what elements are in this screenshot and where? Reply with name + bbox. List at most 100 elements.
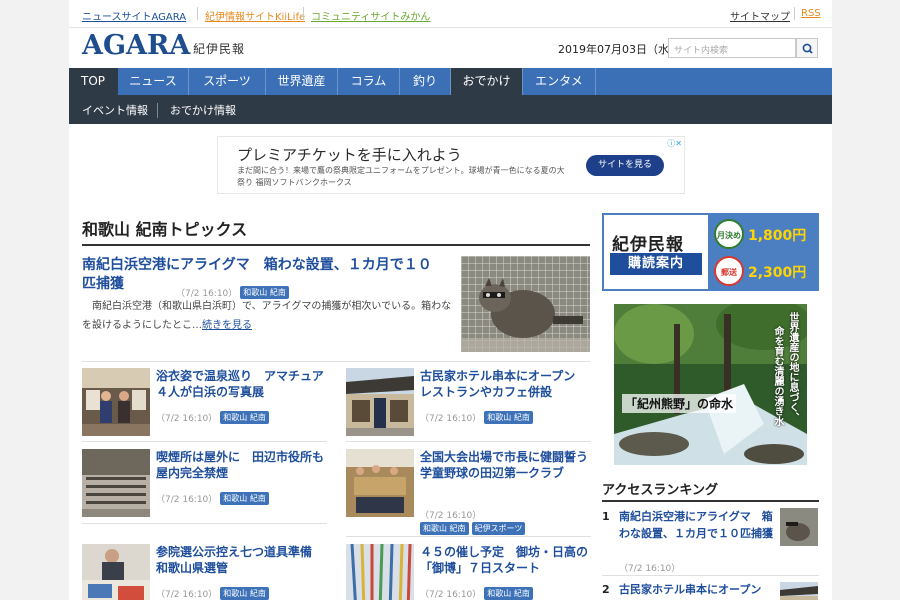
article-card[interactable]: 全国大会出場で市長に健闘誓う 学童野球の田辺第一クラブ （7/2 16:10） …: [346, 449, 600, 536]
nav-fishing[interactable]: 釣り: [400, 68, 451, 95]
article-meta: （7/2 16:10） 和歌山 紀南: [156, 406, 269, 425]
ranking-item-date: （7/2 16:10）: [619, 564, 681, 574]
nav-odekake[interactable]: おでかけ: [451, 68, 523, 95]
search-icon: [802, 43, 813, 54]
section-title: 和歌山 紀南トピックス: [82, 220, 248, 239]
article-date: （7/2 16:10）: [156, 495, 218, 505]
article-title[interactable]: 古民家ホテル串本にオープン レストランやカフェ併設: [420, 368, 592, 400]
mail-price: 2,300円: [748, 265, 807, 281]
photo-exhibition-photo: [82, 368, 150, 436]
rss-link[interactable]: RSS: [801, 8, 821, 19]
sub-nav: イベント情報 おでかけ情報: [69, 95, 832, 124]
search-button[interactable]: [796, 38, 818, 58]
newspaper-name: 紀伊民報: [612, 235, 684, 255]
raccoon-in-trap-photo[interactable]: [461, 256, 590, 352]
mail-badge: 郵送: [714, 256, 744, 286]
article-date: （7/2 16:10）: [420, 414, 482, 424]
subscription-banner[interactable]: 紀伊民報 購読案内 月決め 1,800円 郵送 2,300円: [602, 213, 819, 291]
lead-article-excerpt: 南紀白浜空港（和歌山県白浜町）で、アライグマの捕獲が相次いでいる。箱わなを設ける…: [82, 297, 454, 335]
subscription-guide-button[interactable]: 購読案内: [610, 253, 702, 275]
subnav-odekake-info[interactable]: おでかけ情報: [170, 102, 236, 118]
divider: [197, 7, 198, 20]
kiilife-link[interactable]: 紀伊情報サイトKiiLife: [205, 8, 305, 23]
kumano-water-ad[interactable]: 世界遺産の地に息づく、 命を育む清麗の湧き水 「紀州熊野」の命水: [614, 304, 807, 465]
rank-number: 2: [602, 583, 610, 596]
ad-cta-button[interactable]: サイトを見る: [586, 155, 664, 176]
article-title[interactable]: 浴衣姿で温泉巡り アマチュア４人が白浜の写真展: [156, 368, 328, 400]
subscription-panel: 紀伊民報 購読案内: [604, 215, 708, 289]
article-title[interactable]: 参院選公示控え七つ道具準備 和歌山県選管: [156, 544, 328, 576]
divider: [346, 536, 591, 537]
sitemap-link[interactable]: サイトマップ: [730, 8, 790, 23]
site-logo-sub: 紀伊民報: [193, 42, 246, 56]
category-tag[interactable]: 和歌山 紀南: [220, 587, 269, 600]
banner-tagline-1: 世界遺産の地に息づく、: [787, 312, 798, 422]
divider: [82, 244, 590, 246]
divider: [794, 7, 795, 20]
nav-entame[interactable]: エンタメ: [523, 68, 596, 95]
agara-link[interactable]: ニュースサイトAGARA: [82, 8, 186, 23]
article-date: （7/2 16:10）: [420, 590, 482, 600]
current-date: 2019年07月03日（水）: [558, 43, 680, 56]
category-tag[interactable]: 和歌山 紀南: [220, 411, 269, 424]
category-tag[interactable]: 和歌山 紀南: [484, 411, 533, 424]
rank-number: 1: [602, 510, 610, 523]
nav-news[interactable]: ニュース: [118, 68, 189, 95]
divider: [82, 441, 327, 442]
ad-choices-icon[interactable]: ⓘ✕: [667, 138, 682, 149]
nav-top[interactable]: TOP: [69, 68, 118, 95]
divider: [602, 500, 819, 502]
monthly-badge: 月決め: [714, 219, 744, 249]
article-card[interactable]: 古民家ホテル串本にオープン レストランやカフェ併設 （7/2 16:10） 和歌山…: [346, 368, 591, 438]
kominka-hotel-photo: [346, 368, 414, 436]
ranking-item-title[interactable]: 古民家ホテル串本にオープン: [619, 581, 774, 598]
article-title[interactable]: 全国大会出場で市長に健闘誓う 学童野球の田辺第一クラブ: [420, 449, 600, 481]
page: ニュースサイトAGARA 紀伊情報サイトKiiLife コミュニティサイトみかん…: [69, 0, 832, 600]
gobo-festival-photo: [346, 544, 414, 600]
nav-column[interactable]: コラム: [338, 68, 400, 95]
divider: [157, 103, 158, 118]
monthly-price: 1,800円: [748, 228, 807, 244]
baseball-team-photo: [346, 449, 414, 517]
article-card[interactable]: 喫煙所は屋外に 田辺市役所も屋内完全禁煙 （7/2 16:10） 和歌山 紀南: [82, 449, 327, 519]
category-tag[interactable]: 紀伊スポーツ: [471, 522, 526, 535]
article-title[interactable]: ４５の催し予定 御坊・日高の「御博」７日スタート: [420, 544, 592, 576]
article-meta: （7/2 16:10） 和歌山 紀南: [156, 582, 269, 600]
banner-product-name: 「紀州熊野」の命水: [622, 394, 737, 413]
subnav-event-info[interactable]: イベント情報: [82, 102, 148, 118]
divider: [69, 27, 832, 28]
article-card[interactable]: ４５の催し予定 御坊・日高の「御博」７日スタート （7/2 16:10） 和歌山 …: [346, 544, 591, 600]
nav-world-heritage[interactable]: 世界遺産: [266, 68, 338, 95]
article-card[interactable]: 参院選公示控え七つ道具準備 和歌山県選管 （7/2 16:10） 和歌山 紀南: [82, 544, 327, 600]
article-title[interactable]: 喫煙所は屋外に 田辺市役所も屋内完全禁煙: [156, 449, 328, 481]
ad-title: プレミアチケットを手に入れよう: [237, 146, 462, 164]
article-meta: （7/2 16:10） 和歌山 紀南: [156, 487, 269, 506]
ranking-item-title[interactable]: 南紀白浜空港にアライグマ 箱わな設置、１カ月で１０匹捕獲: [619, 508, 774, 542]
article-tags: 和歌山 紀南 紀伊スポーツ: [417, 517, 526, 536]
article-meta: （7/2 16:10） 和歌山 紀南: [420, 406, 533, 425]
category-tag[interactable]: 和歌山 紀南: [484, 587, 533, 600]
ad-description: まだ間に合う！来場で鷹の祭典限定ユニフォームをプレゼント。球場が青一色になる夏の…: [237, 166, 565, 187]
mikan-link[interactable]: コミュニティサイトみかん: [311, 8, 430, 23]
article-date: （7/2 16:10）: [156, 414, 218, 424]
banner-tagline-2: 命を育む清麗の湧き水: [772, 326, 783, 426]
ranking-title: アクセスランキング: [602, 483, 718, 498]
article-card[interactable]: 浴衣姿で温泉巡り アマチュア４人が白浜の写真展 （7/2 16:10） 和歌山 紀…: [82, 368, 327, 438]
category-tag[interactable]: 和歌山 紀南: [220, 492, 269, 505]
divider: [303, 7, 304, 20]
ad-banner[interactable]: プレミアチケットを手に入れよう まだ間に合う！来場で鷹の祭典限定ユニフォームをプ…: [217, 136, 685, 194]
search-input[interactable]: サイト内検索: [668, 38, 796, 58]
divider: [82, 523, 327, 524]
divider: [346, 441, 591, 442]
ranking-thumb-raccoon[interactable]: [780, 508, 818, 546]
site-logo[interactable]: AGARA: [82, 30, 190, 61]
divider: [602, 575, 819, 576]
main-nav: TOP ニュース スポーツ 世界遺産 コラム 釣り おでかけ エンタメ: [69, 68, 832, 95]
category-tag[interactable]: 和歌山 紀南: [420, 522, 469, 535]
nav-sports[interactable]: スポーツ: [189, 68, 266, 95]
read-more-link[interactable]: 続きを見る: [202, 320, 252, 331]
article-meta: （7/2 16:10） 和歌山 紀南: [420, 582, 533, 600]
lead-excerpt-text: 南紀白浜空港（和歌山県白浜町）で、アライグマの捕獲が相次いでいる。箱わなを設ける…: [82, 301, 452, 331]
top-links-bar: ニュースサイトAGARA 紀伊情報サイトKiiLife コミュニティサイトみかん…: [82, 0, 822, 27]
ranking-thumb-hotel[interactable]: [780, 582, 818, 600]
